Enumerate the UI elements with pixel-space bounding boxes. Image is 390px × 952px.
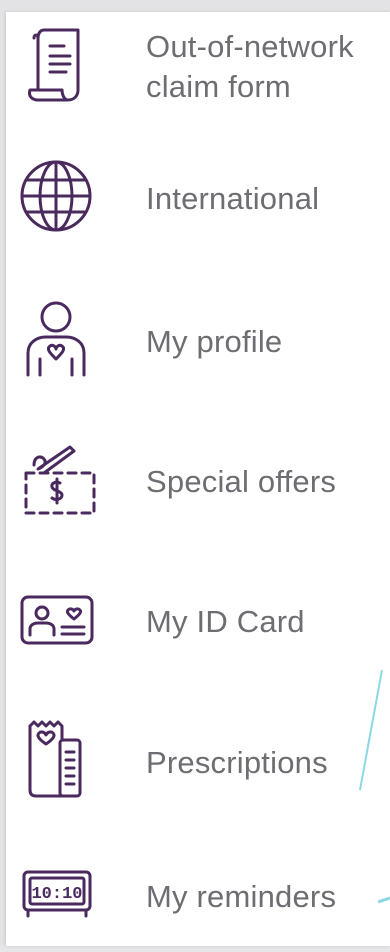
menu-item-label: Special offers (146, 464, 337, 499)
clock-digits: 10:10 (31, 885, 82, 904)
menu-item-special-offers[interactable]: Special offers (6, 427, 390, 537)
prescriptions-icon (14, 712, 98, 802)
menu-item-prescriptions[interactable]: Prescriptions (6, 708, 390, 818)
screen-frame: Out-of-network claim form International (0, 0, 390, 946)
claim-form-icon (14, 20, 98, 110)
menu-item-my-profile[interactable]: My profile (6, 287, 390, 397)
menu-item-label: My profile (146, 324, 283, 359)
id-card-icon (14, 573, 98, 663)
menu-item-my-reminders[interactable]: 10:10 My reminders (6, 842, 390, 952)
menu-item-my-id-card[interactable]: My ID Card (6, 567, 390, 677)
menu-panel: Out-of-network claim form International (6, 12, 390, 946)
menu-item-label: International (146, 181, 320, 216)
reminders-clock-icon: 10:10 (14, 848, 98, 938)
menu-item-label: My ID Card (146, 604, 305, 639)
special-offers-icon (14, 433, 98, 523)
menu-item-label: Out-of-network claim form (146, 29, 354, 104)
menu-item-international[interactable]: International (6, 144, 390, 254)
profile-icon (14, 293, 98, 383)
menu-item-label: My reminders (146, 879, 337, 914)
menu-item-label: Prescriptions (146, 745, 328, 780)
menu-item-claim-form[interactable]: Out-of-network claim form (6, 12, 390, 122)
globe-icon (14, 150, 98, 240)
